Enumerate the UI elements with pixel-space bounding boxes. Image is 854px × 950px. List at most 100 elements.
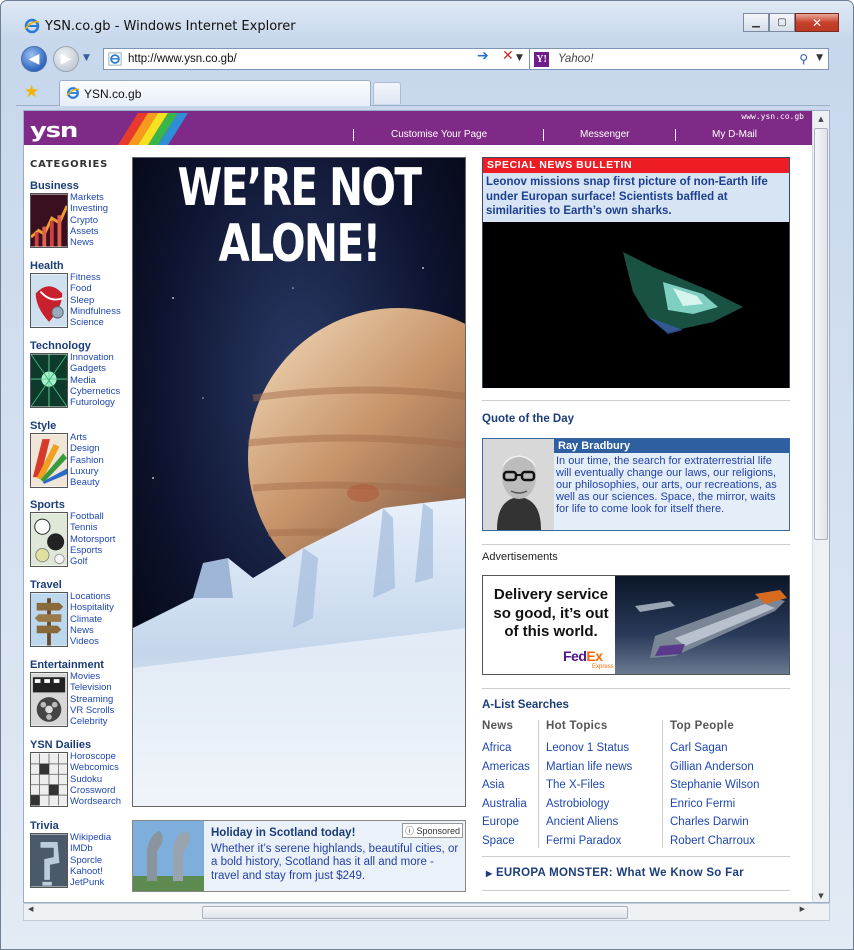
address-bar[interactable]: http://www.ysn.co.gb/ ▼ xyxy=(103,48,546,70)
alist-title[interactable]: A-List Searches xyxy=(482,699,569,711)
link-science[interactable]: Science xyxy=(70,317,121,328)
scroll-left-icon[interactable]: ◀ xyxy=(28,905,33,913)
link-television[interactable]: Television xyxy=(70,682,114,693)
category-heading[interactable]: Technology xyxy=(30,340,130,352)
category-heading[interactable]: Style xyxy=(30,420,130,432)
technology-thumbnail[interactable] xyxy=(30,353,68,408)
promo-title[interactable]: Holiday in Scotland today! xyxy=(211,827,355,839)
news-bulletin[interactable]: SPECIAL NEWS BULLETIN Leonov missions sn… xyxy=(482,157,790,388)
category-heading[interactable]: Sports xyxy=(30,499,130,511)
link-assets[interactable]: Assets xyxy=(70,226,108,237)
link-climate[interactable]: Climate xyxy=(70,614,114,625)
alist-item[interactable]: Charles Darwin xyxy=(670,813,760,832)
link-innovation[interactable]: Innovation xyxy=(70,352,120,363)
alist-item[interactable]: Carl Sagan xyxy=(670,739,760,758)
link-travel-news[interactable]: News xyxy=(70,625,114,636)
alist-item[interactable]: Gillian Anderson xyxy=(670,758,760,777)
scroll-down-icon[interactable]: ▼ xyxy=(813,888,829,902)
tab-ysn[interactable]: YSN.co.gb xyxy=(59,80,371,106)
search-icon[interactable]: ⚲ xyxy=(799,52,808,66)
nav-dmail[interactable]: My D-Mail xyxy=(712,129,757,140)
go-arrow-icon[interactable]: ➔ xyxy=(477,48,489,64)
horizontal-scrollbar[interactable]: ◀ ▶ xyxy=(23,903,830,921)
link-vr-scrolls[interactable]: VR Scrolls xyxy=(70,705,114,716)
link-crossword[interactable]: Crossword xyxy=(70,785,121,796)
history-dropdown-icon[interactable]: ▼ xyxy=(83,53,90,63)
new-tab-button[interactable] xyxy=(373,82,401,104)
alist-item[interactable]: The X-Files xyxy=(546,776,632,795)
alist-item[interactable]: Leonov 1 Status xyxy=(546,739,632,758)
link-wikipedia[interactable]: Wikipedia xyxy=(70,832,111,843)
trivia-thumbnail[interactable] xyxy=(30,833,68,888)
alist-item[interactable]: Africa xyxy=(482,739,530,758)
fedex-ad[interactable]: Delivery service so good, it’s out of th… xyxy=(482,575,790,675)
alist-item[interactable]: Astrobiology xyxy=(546,795,632,814)
address-input[interactable]: http://www.ysn.co.gb/ xyxy=(128,53,237,65)
close-button[interactable]: ✕ xyxy=(795,13,839,32)
address-dropdown-icon[interactable]: ▼ xyxy=(516,53,523,63)
bulletin-headline[interactable]: Leonov missions snap first picture of no… xyxy=(483,173,789,222)
maximize-button[interactable]: ▢ xyxy=(769,13,795,32)
link-wordsearch[interactable]: Wordsearch xyxy=(70,796,121,807)
hero-banner[interactable]: WE’RE NOT ALONE! xyxy=(132,157,466,807)
link-fitness[interactable]: Fitness xyxy=(70,272,121,283)
link-celebrity[interactable]: Celebrity xyxy=(70,716,114,727)
link-kahoot[interactable]: Kahoot! xyxy=(70,866,111,877)
link-food[interactable]: Food xyxy=(70,283,121,294)
alist-item[interactable]: Enrico Fermi xyxy=(670,795,760,814)
link-arts[interactable]: Arts xyxy=(70,432,104,443)
sponsored-promo[interactable]: ⓘ Sponsored Holiday in Scotland today! W… xyxy=(132,820,466,892)
nav-messenger[interactable]: Messenger xyxy=(580,129,629,140)
link-horoscope[interactable]: Horoscope xyxy=(70,751,121,762)
minimize-button[interactable]: ▁ xyxy=(743,13,769,32)
link-esports[interactable]: Esports xyxy=(70,545,115,556)
travel-thumbnail[interactable] xyxy=(30,592,68,647)
scroll-up-icon[interactable]: ▲ xyxy=(813,111,829,127)
link-streaming[interactable]: Streaming xyxy=(70,694,114,705)
nav-customise[interactable]: Customise Your Page xyxy=(391,129,487,140)
back-button[interactable]: ◀ xyxy=(21,46,47,72)
link-gadgets[interactable]: Gadgets xyxy=(70,363,120,374)
alist-item[interactable]: Stephanie Wilson xyxy=(670,776,760,795)
europa-link-text[interactable]: EUROPA MONSTER: What We Know So Far xyxy=(496,867,744,879)
search-box[interactable]: Y! Yahoo! ⚲ ▼ xyxy=(529,48,829,70)
link-locations[interactable]: Locations xyxy=(70,591,114,602)
forward-button[interactable]: ▶ xyxy=(53,46,79,72)
entertainment-thumbnail[interactable] xyxy=(30,672,68,727)
scroll-thumb[interactable] xyxy=(814,128,828,540)
link-design[interactable]: Design xyxy=(70,443,104,454)
quote-author[interactable]: Ray Bradbury xyxy=(554,439,789,453)
link-luxury[interactable]: Luxury xyxy=(70,466,104,477)
scroll-right-icon[interactable]: ▶ xyxy=(800,905,805,913)
link-cybernetics[interactable]: Cybernetics xyxy=(70,386,120,397)
alist-item[interactable]: Space xyxy=(482,832,530,851)
alist-item[interactable]: Ancient Aliens xyxy=(546,813,632,832)
link-investing[interactable]: Investing xyxy=(70,203,108,214)
style-thumbnail[interactable] xyxy=(30,433,68,488)
business-thumbnail[interactable] xyxy=(30,193,68,248)
link-videos[interactable]: Videos xyxy=(70,636,114,647)
link-webcomics[interactable]: Webcomics xyxy=(70,762,121,773)
alist-item[interactable]: Martian life news xyxy=(546,758,632,777)
alist-item[interactable]: Asia xyxy=(482,776,530,795)
category-heading[interactable]: Business xyxy=(30,180,130,192)
link-fashion[interactable]: Fashion xyxy=(70,455,104,466)
link-markets[interactable]: Markets xyxy=(70,192,108,203)
category-heading[interactable]: Health xyxy=(30,260,130,272)
category-heading[interactable]: YSN Dailies xyxy=(30,739,130,751)
alist-item[interactable]: Americas xyxy=(482,758,530,777)
link-motorsport[interactable]: Motorsport xyxy=(70,534,115,545)
horizontal-scroll-thumb[interactable] xyxy=(202,906,628,919)
link-media[interactable]: Media xyxy=(70,375,120,386)
stop-icon[interactable]: ✕ xyxy=(502,48,514,64)
link-imdb[interactable]: IMDb xyxy=(70,843,111,854)
alist-item[interactable]: Europe xyxy=(482,813,530,832)
link-football[interactable]: Football xyxy=(70,511,115,522)
quote-section-title[interactable]: Quote of the Day xyxy=(482,413,574,425)
category-heading[interactable]: Travel xyxy=(30,579,130,591)
site-logo[interactable]: ysn xyxy=(30,120,78,140)
alist-item[interactable]: Fermi Paradox xyxy=(546,832,632,851)
alist-item[interactable]: Australia xyxy=(482,795,530,814)
dailies-thumbnail[interactable] xyxy=(30,752,68,807)
link-futurology[interactable]: Futurology xyxy=(70,397,120,408)
